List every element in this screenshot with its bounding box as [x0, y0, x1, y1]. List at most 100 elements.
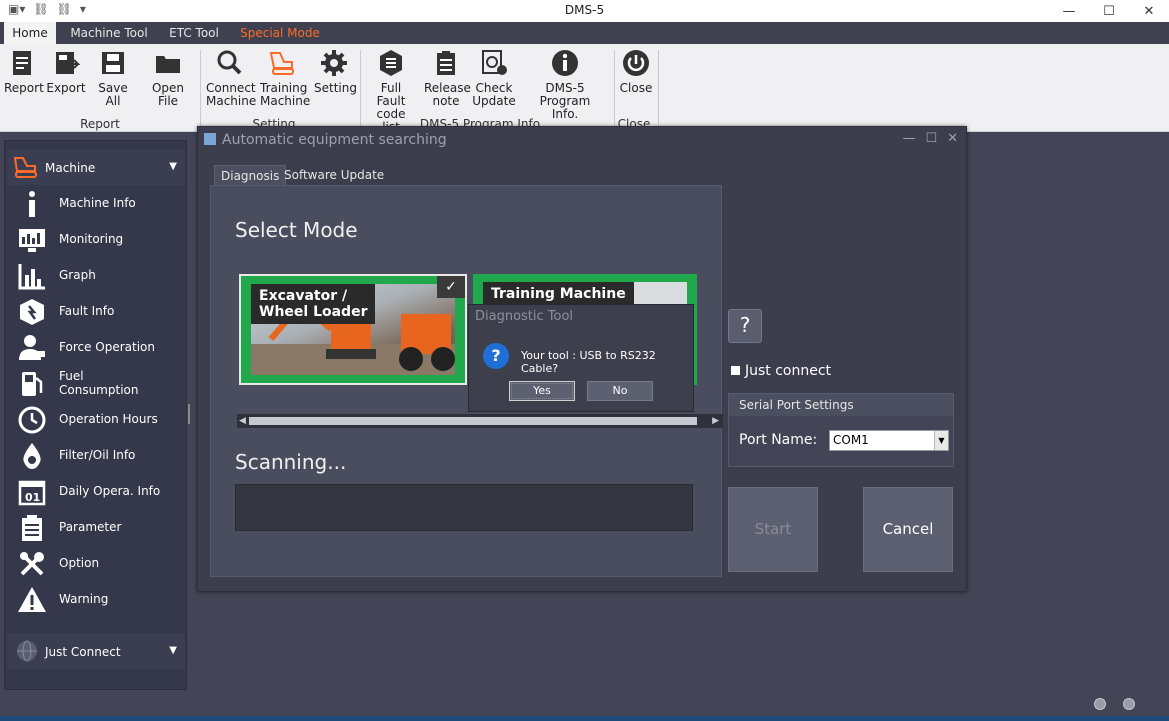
excavator-icon	[269, 52, 294, 75]
svg-text:01: 01	[25, 491, 40, 504]
checkbox-icon	[731, 366, 740, 375]
cancel-button[interactable]: Cancel	[863, 487, 953, 572]
clock-icon	[18, 406, 46, 434]
sidebar-item-option[interactable]: Option	[15, 547, 185, 581]
drop-icon	[23, 443, 41, 469]
group-report-label: Report	[80, 117, 120, 131]
save-icon	[102, 52, 124, 74]
save-all-button[interactable]: Save All	[92, 48, 134, 108]
status-dot	[1123, 698, 1135, 710]
splitter-handle[interactable]	[188, 404, 190, 424]
ribbon: Report Export Save All Open File Report …	[0, 44, 1169, 134]
sidebar-item-daily-opera-info[interactable]: 01 Daily Opera. Info	[15, 475, 185, 509]
clipboard-icon	[22, 515, 42, 541]
confirm-title: Diagnostic Tool	[475, 309, 574, 324]
port-name-select[interactable]: COM1 ▼	[829, 430, 949, 451]
sidebar-item-machine-info[interactable]: Machine Info	[15, 187, 185, 221]
status-dot	[1094, 698, 1106, 710]
just-connect-checkbox[interactable]: Just connect	[731, 363, 831, 379]
calendar-icon: 01	[18, 480, 46, 506]
chevron-down-icon: ▼	[169, 645, 177, 656]
sidebar-item-filter-oil-info[interactable]: Filter/Oil Info	[15, 439, 185, 473]
sidebar-item-force-operation[interactable]: Force Operation	[15, 331, 185, 365]
help-button[interactable]: ?	[728, 309, 762, 343]
ribbon-tabs: Home Machine Tool ETC Tool Special Mode	[0, 22, 1169, 44]
excavator-icon	[13, 157, 37, 178]
port-name-label: Port Name:	[739, 432, 818, 448]
update-icon	[482, 50, 507, 75]
export-button[interactable]: Export	[46, 48, 86, 95]
serial-port-settings: Serial Port Settings Port Name: COM1 ▼	[728, 393, 954, 467]
sidebar-item-graph[interactable]: Graph	[15, 259, 185, 293]
scroll-left-icon[interactable]: ◀	[239, 414, 246, 428]
yes-button[interactable]: Yes	[509, 381, 575, 401]
fault-list-icon	[380, 50, 402, 76]
diagnostic-tool-confirm-dialog: Diagnostic Tool ? Your tool : USB to RS2…	[468, 304, 694, 412]
ribbon-separator	[614, 50, 615, 126]
full-fault-code-list-button[interactable]: Full Fault code list	[366, 48, 416, 134]
dialog-maximize-button[interactable]: ☐	[925, 131, 937, 146]
clipboard-icon	[437, 51, 455, 75]
open-file-button[interactable]: Open File	[144, 48, 192, 108]
sidebar-item-warning[interactable]: Warning	[15, 583, 185, 617]
ribbon-separator	[658, 50, 659, 126]
sidebar-item-fault-info[interactable]: Fault Info	[15, 295, 185, 329]
fuel-icon	[22, 372, 43, 396]
scroll-right-icon[interactable]: ▶	[712, 414, 719, 428]
training-machine-card-title: Training Machine	[483, 282, 634, 306]
maximize-button[interactable]: ☐	[1089, 0, 1129, 22]
sidebar-item-fuel-consumption[interactable]: Fuel Consumption	[15, 367, 185, 401]
setting-button[interactable]: Setting	[314, 48, 357, 95]
tab-software-update[interactable]: Software Update	[278, 165, 390, 185]
connect-machine-button[interactable]: Connect Machine	[206, 48, 256, 108]
dialog-title-bar: Automatic equipment searching — ☐ ✕	[198, 127, 966, 153]
sidebar-item-operation-hours[interactable]: Operation Hours	[15, 403, 185, 437]
check-update-button[interactable]: Check Update	[472, 48, 516, 108]
gear-icon	[321, 50, 347, 76]
start-button[interactable]: Start	[728, 487, 818, 572]
taskbar	[0, 716, 1169, 721]
tools-icon	[20, 552, 44, 576]
question-icon: ?	[483, 343, 509, 369]
tab-diagnosis[interactable]: Diagnosis	[214, 165, 287, 185]
person-icon	[19, 335, 45, 360]
report-icon	[13, 51, 31, 75]
sidebar-footer-just-connect[interactable]: Just Connect ▼	[7, 633, 185, 669]
release-note-button[interactable]: Release note	[424, 48, 471, 108]
dialog-minimize-button[interactable]: —	[902, 131, 915, 146]
excavator-wheel-loader-card[interactable]: Excavator / Wheel Loader ✓	[239, 274, 467, 385]
tab-special-mode[interactable]: Special Mode	[236, 22, 324, 44]
warning-icon	[18, 587, 46, 612]
training-machine-button[interactable]: Training Machine	[260, 48, 310, 108]
sidebar-header-machine[interactable]: Machine ▼	[7, 149, 185, 185]
close-window-button[interactable]: ✕	[1129, 0, 1169, 22]
ribbon-separator	[360, 50, 361, 126]
app-icon	[204, 133, 216, 145]
chevron-down-icon: ▼	[169, 161, 177, 172]
scroll-thumb[interactable]	[249, 417, 697, 425]
fault-icon	[20, 299, 44, 325]
sidebar-item-monitoring[interactable]: Monitoring	[15, 223, 185, 257]
info-icon	[29, 191, 35, 217]
select-mode-heading: Select Mode	[235, 218, 358, 242]
report-button[interactable]: Report	[4, 48, 44, 95]
check-icon: ✓	[437, 276, 465, 298]
sidebar-item-parameter[interactable]: Parameter	[15, 511, 185, 545]
dialog-close-button[interactable]: ✕	[947, 131, 958, 146]
program-info-button[interactable]: DMS-5 Program Info.	[522, 48, 608, 121]
sidebar: Machine ▼ Machine Info Monitoring Graph …	[4, 140, 187, 690]
serial-port-header: Serial Port Settings	[729, 394, 953, 416]
tab-etc-tool[interactable]: ETC Tool	[162, 22, 226, 44]
app-title: DMS-5	[564, 3, 605, 17]
no-button[interactable]: No	[587, 381, 653, 401]
folder-icon	[156, 56, 180, 73]
monitor-icon	[19, 229, 45, 252]
close-button[interactable]: Close	[618, 48, 654, 95]
confirm-message: Your tool : USB to RS232 Cable?	[521, 349, 656, 375]
excavator-card-title: Excavator / Wheel Loader	[251, 284, 376, 324]
export-icon	[56, 52, 81, 74]
tab-home[interactable]: Home	[4, 22, 56, 44]
minimize-button[interactable]: —	[1049, 0, 1089, 22]
tab-machine-tool[interactable]: Machine Tool	[66, 22, 152, 44]
cards-scrollbar[interactable]: ◀ ▶	[237, 414, 723, 428]
